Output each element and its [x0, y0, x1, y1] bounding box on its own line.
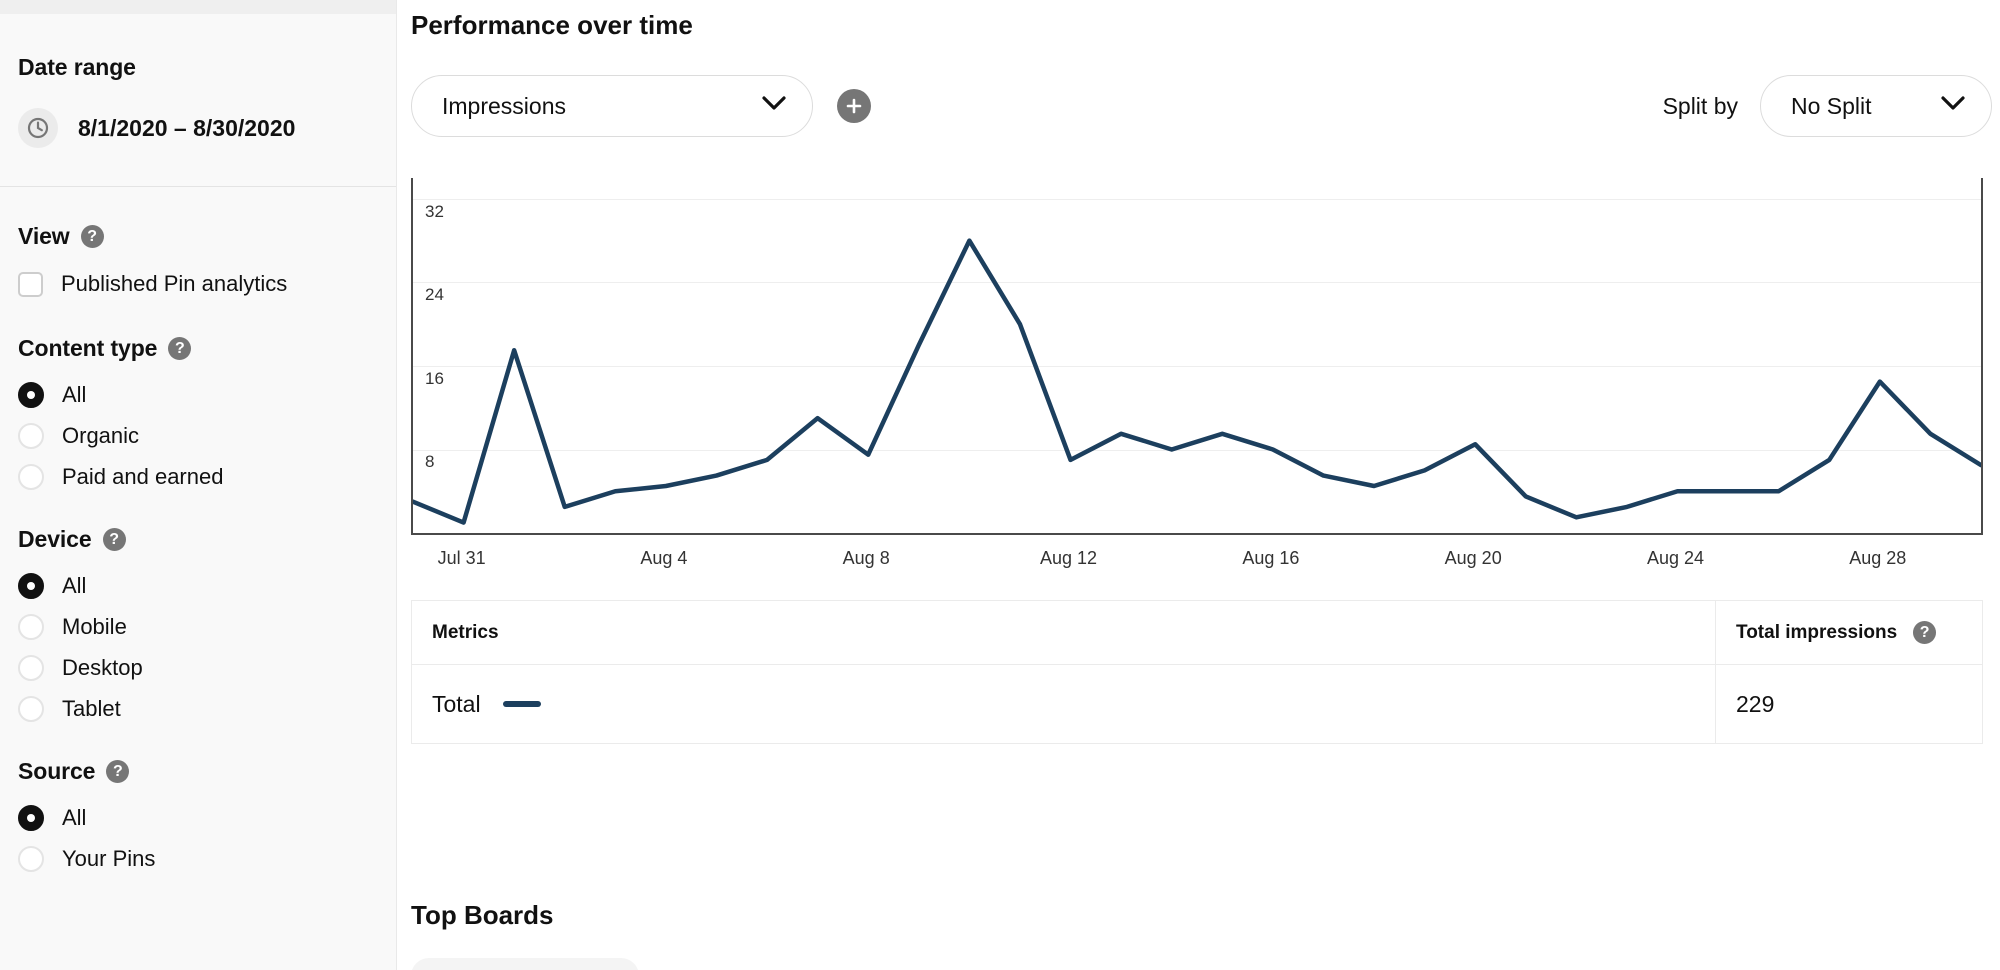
y-axis-tick: 32 — [425, 202, 444, 222]
section-header-source: Source ? — [18, 758, 396, 785]
table-cell-metric-label: Total — [432, 691, 481, 718]
table-cell-total-value: 229 — [1736, 691, 1774, 718]
radio-button[interactable] — [18, 805, 44, 831]
x-axis-tick: Aug 8 — [843, 548, 890, 569]
x-axis-tick: Aug 20 — [1445, 548, 1502, 569]
sidebar-divider — [0, 186, 397, 187]
split-by-label: Split by — [1663, 93, 1738, 120]
add-metric-button[interactable] — [837, 89, 871, 123]
radio-source-all[interactable]: All — [18, 805, 396, 831]
checkbox-published-pin-analytics[interactable]: Published Pin analytics — [18, 271, 396, 297]
filter-section-source: Source ? All Your Pins — [0, 758, 396, 872]
checkbox-label: Published Pin analytics — [61, 271, 287, 297]
date-range-value: 8/1/2020 – 8/30/2020 — [78, 115, 295, 142]
performance-chart: 32 24 16 8 — [411, 178, 1983, 535]
table-header-metrics-label: Metrics — [432, 622, 499, 644]
radio-label: All — [62, 573, 86, 599]
split-by-value: No Split — [1791, 93, 1872, 120]
table-row: Total 229 — [412, 665, 1982, 743]
radio-label: Tablet — [62, 696, 121, 722]
filter-section-content-type: Content type ? All Organic Paid and earn… — [0, 335, 396, 490]
section-title-source: Source — [18, 758, 95, 785]
radio-label: Your Pins — [62, 846, 155, 872]
help-icon[interactable]: ? — [103, 528, 126, 551]
radio-label: Desktop — [62, 655, 143, 681]
chart-plot-area: 32 24 16 8 — [411, 178, 1983, 535]
radio-button[interactable] — [18, 696, 44, 722]
radio-content-type-organic[interactable]: Organic — [18, 423, 396, 449]
radio-device-desktop[interactable]: Desktop — [18, 655, 396, 681]
filters-sidebar: Date range 8/1/2020 – 8/30/2020 View ? — [0, 0, 397, 970]
radio-button[interactable] — [18, 846, 44, 872]
chevron-down-icon — [762, 96, 786, 116]
help-icon[interactable]: ? — [106, 760, 129, 783]
metrics-table: Metrics Total impressions ? Total 229 — [411, 600, 1983, 744]
x-axis-tick: Aug 16 — [1242, 548, 1299, 569]
split-by-control: Split by No Split — [1663, 75, 1992, 137]
filter-section-view: View ? Published Pin analytics — [0, 223, 396, 297]
main-content: Performance over time Impressions Split … — [397, 0, 2000, 970]
y-axis-tick: 16 — [425, 369, 444, 389]
board-card-placeholder[interactable] — [411, 958, 639, 970]
radio-button[interactable] — [18, 573, 44, 599]
radio-device-mobile[interactable]: Mobile — [18, 614, 396, 640]
table-header-row: Metrics Total impressions ? — [412, 601, 1982, 665]
radio-label: Mobile — [62, 614, 127, 640]
radio-button[interactable] — [18, 464, 44, 490]
x-axis-tick: Aug 12 — [1040, 548, 1097, 569]
analytics-page: Date range 8/1/2020 – 8/30/2020 View ? — [0, 0, 2000, 970]
radio-button[interactable] — [18, 423, 44, 449]
section-title-device: Device — [18, 526, 92, 553]
radio-label: Paid and earned — [62, 464, 223, 490]
radio-content-type-all[interactable]: All — [18, 382, 396, 408]
y-axis-tick: 8 — [425, 452, 434, 472]
x-axis-tick: Aug 24 — [1647, 548, 1704, 569]
series-color-swatch — [503, 701, 541, 707]
chevron-down-icon — [1941, 96, 1965, 116]
radio-source-your-pins[interactable]: Your Pins — [18, 846, 396, 872]
table-header-metrics: Metrics — [412, 601, 1715, 664]
top-boards-title: Top Boards — [411, 900, 554, 931]
radio-content-type-paid-and-earned[interactable]: Paid and earned — [18, 464, 396, 490]
checkbox-box[interactable] — [18, 272, 43, 297]
section-header-device: Device ? — [18, 526, 396, 553]
clock-icon — [18, 108, 58, 148]
radio-button[interactable] — [18, 655, 44, 681]
help-icon[interactable]: ? — [168, 337, 191, 360]
help-icon[interactable]: ? — [1913, 621, 1936, 644]
date-range-title: Date range — [18, 54, 396, 81]
radio-device-all[interactable]: All — [18, 573, 396, 599]
table-header-total: Total impressions ? — [1715, 601, 1982, 664]
chart-line — [413, 178, 1981, 533]
metric-select[interactable]: Impressions — [411, 75, 813, 137]
table-header-total-label: Total impressions — [1736, 622, 1897, 644]
radio-button[interactable] — [18, 614, 44, 640]
page-title: Performance over time — [411, 10, 693, 41]
section-title-view: View — [18, 223, 70, 250]
y-axis-tick: 24 — [425, 285, 444, 305]
sidebar-top-strip — [0, 0, 397, 14]
radio-button[interactable] — [18, 382, 44, 408]
x-axis-tick: Aug 28 — [1849, 548, 1906, 569]
metric-select-value: Impressions — [442, 93, 566, 120]
radio-label: All — [62, 805, 86, 831]
x-axis-labels: Jul 31 Aug 4 Aug 8 Aug 12 Aug 16 Aug 20 Aug 24… — [411, 548, 1983, 578]
date-range-control[interactable]: 8/1/2020 – 8/30/2020 — [18, 108, 396, 148]
split-by-select[interactable]: No Split — [1760, 75, 1992, 137]
radio-label: Organic — [62, 423, 139, 449]
section-title-content-type: Content type — [18, 335, 157, 362]
table-cell-total: 229 — [1715, 665, 1982, 743]
section-header-view: View ? — [18, 223, 396, 250]
table-cell-metric: Total — [412, 665, 1715, 743]
section-header-content-type: Content type ? — [18, 335, 396, 362]
filter-section-device: Device ? All Mobile Desktop Tablet — [0, 526, 396, 722]
radio-device-tablet[interactable]: Tablet — [18, 696, 396, 722]
plus-icon — [844, 96, 864, 116]
help-icon[interactable]: ? — [81, 225, 104, 248]
radio-label: All — [62, 382, 86, 408]
x-axis-tick: Jul 31 — [438, 548, 486, 569]
chart-controls: Impressions Split by No Split — [411, 75, 1992, 137]
x-axis-tick: Aug 4 — [640, 548, 687, 569]
date-range-block: Date range 8/1/2020 – 8/30/2020 — [0, 14, 396, 148]
